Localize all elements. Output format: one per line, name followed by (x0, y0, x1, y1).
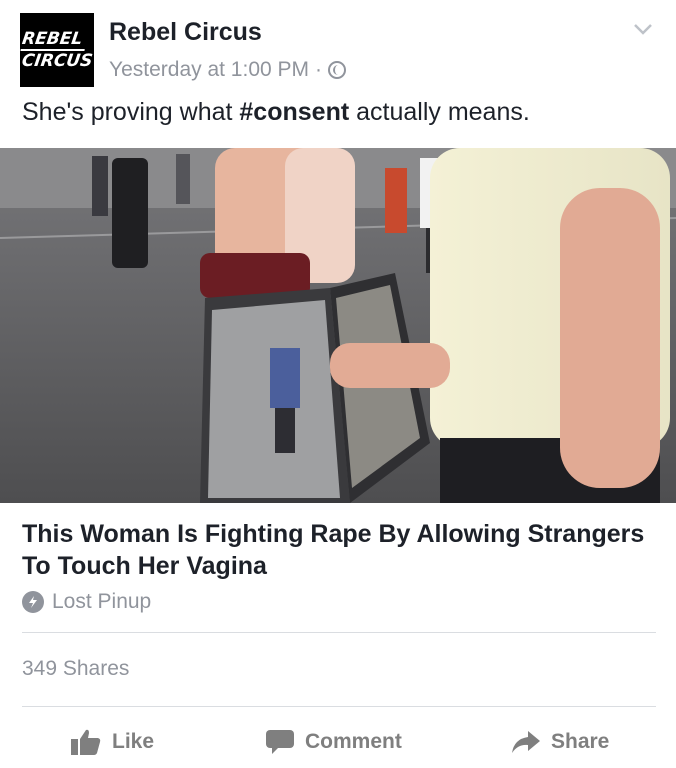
bolt-icon (22, 591, 44, 613)
link-title[interactable]: This Woman Is Fighting Rape By Allowing … (22, 518, 662, 582)
post-text-before: She's proving what (22, 98, 240, 126)
share-button[interactable]: Share (511, 728, 609, 756)
share-count[interactable]: 349 Shares (22, 657, 129, 681)
page-avatar[interactable]: REBEL CIRCUS (20, 13, 94, 87)
post-timestamp[interactable]: Yesterday at 1:00 PM (109, 58, 309, 82)
comment-label: Comment (305, 730, 402, 753)
post-meta: Yesterday at 1:00 PM · (109, 58, 347, 82)
meta-separator: · (315, 58, 323, 81)
action-bar: Like Comment Share (0, 720, 676, 764)
divider (22, 632, 656, 633)
link-preview-image[interactable] (0, 148, 676, 503)
link-source-label: Lost Pinup (52, 590, 152, 613)
post-text-after: actually means. (349, 98, 530, 126)
street-photo (0, 148, 676, 503)
globe-icon (328, 61, 347, 79)
thumbs-up-icon (71, 729, 101, 755)
share-label: Share (551, 730, 610, 753)
avatar-logo-line2: CIRCUS (20, 51, 94, 71)
divider (22, 706, 656, 707)
comment-icon (266, 730, 294, 754)
comment-button[interactable]: Comment (265, 728, 402, 756)
avatar-logo-line1: REBEL (20, 29, 88, 51)
hashtag-link[interactable]: #consent (239, 98, 349, 126)
page-name-link[interactable]: Rebel Circus (109, 18, 262, 47)
like-button[interactable]: Like (70, 728, 154, 756)
post-message: She's proving what #consent actually mea… (22, 98, 530, 127)
share-arrow-icon (512, 731, 540, 753)
link-source: Lost Pinup (22, 590, 151, 614)
like-label: Like (112, 730, 155, 753)
post-header: REBEL CIRCUS Rebel Circus Yesterday at 1… (0, 0, 676, 90)
chevron-down-icon[interactable] (632, 18, 654, 40)
